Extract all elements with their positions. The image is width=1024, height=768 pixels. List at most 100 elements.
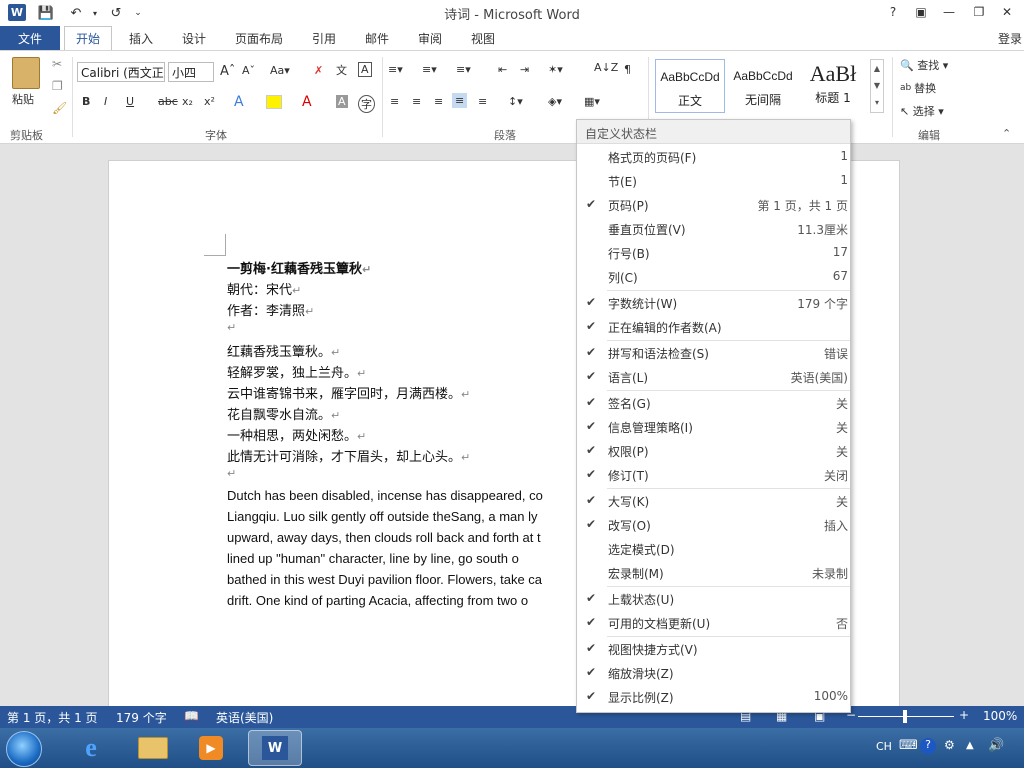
highlight-icon[interactable] — [266, 95, 282, 109]
style-normal[interactable]: AaBbCcDd 正文 — [655, 59, 725, 113]
collapse-ribbon-icon[interactable]: ⌃ — [1002, 127, 1011, 140]
menu-item[interactable]: ✔ 大写(K) 关 — [577, 489, 850, 513]
decrease-indent-icon[interactable]: ⇤ — [498, 63, 507, 76]
sort-icon[interactable]: A↓Z — [594, 61, 618, 74]
menu-item[interactable]: ✔ 可用的文档更新(U) 否 — [577, 611, 850, 635]
superscript-icon[interactable]: x² — [204, 95, 215, 108]
start-button[interactable] — [6, 731, 42, 767]
tab-layout[interactable]: 页面布局 — [235, 26, 283, 50]
font-name-combo[interactable]: Calibri (西文正 — [77, 62, 165, 82]
menu-item[interactable]: ✔ 权限(P) 关 — [577, 439, 850, 463]
keyboard-icon[interactable]: ⌨ — [899, 738, 918, 753]
bullets-icon[interactable]: ≡▾ — [388, 63, 403, 76]
paste-button[interactable]: 粘贴 — [12, 91, 34, 107]
menu-item[interactable]: ✔ 签名(G) 关 — [577, 391, 850, 415]
char-shading-icon[interactable]: A — [336, 95, 348, 108]
copy-icon[interactable]: ❐ — [52, 79, 63, 93]
tab-mailings[interactable]: 邮件 — [365, 26, 389, 50]
increase-indent-icon[interactable]: ⇥ — [520, 63, 529, 76]
poem-line[interactable]: 此情无计可消除，才下眉头，却上心头。↵ — [227, 446, 470, 465]
poem-title[interactable]: 一剪梅·红藕香残玉簟秋↵ — [227, 258, 371, 277]
show-marks-icon[interactable]: ¶ — [624, 63, 631, 76]
proofing-icon[interactable]: 📖 — [184, 709, 199, 723]
text-effects-icon[interactable]: A — [234, 94, 244, 110]
menu-item[interactable]: ✔ 拼写和语法检查(S) 错误 — [577, 341, 850, 365]
strikethrough-icon[interactable]: abc — [158, 95, 178, 108]
poem-line[interactable]: 花自飘零水自流。↵ — [227, 404, 340, 423]
poem-dynasty[interactable]: 朝代：宋代↵ — [227, 279, 301, 298]
menu-item[interactable]: ✔ 修订(T) 关闭 — [577, 463, 850, 487]
align-left-icon[interactable]: ≡ — [390, 95, 399, 108]
enclose-char-icon[interactable]: 字 — [358, 95, 375, 113]
english-line[interactable]: upward, away days, then clouds roll back… — [227, 530, 541, 545]
subscript-icon[interactable]: x₂ — [182, 95, 193, 108]
asian-layout-icon[interactable]: ✶▾ — [548, 63, 563, 76]
menu-item[interactable]: ✔ 改写(O) 插入 — [577, 513, 850, 537]
paste-icon[interactable] — [12, 57, 40, 89]
distributed-icon[interactable]: ≡ — [478, 95, 487, 108]
tab-file[interactable]: 文件 — [0, 26, 60, 50]
clear-format-icon[interactable]: ✗ — [314, 64, 323, 77]
select-button[interactable]: ↖ 选择 ▾ — [900, 103, 944, 119]
menu-item[interactable]: 宏录制(M) 未录制 — [577, 561, 850, 585]
align-right-icon[interactable]: ≡ — [434, 95, 443, 108]
english-line[interactable]: drift. One kind of parting Acacia, affec… — [227, 593, 528, 608]
english-line[interactable]: Dutch has been disabled, incense has dis… — [227, 488, 543, 503]
menu-item[interactable]: ✔ 缩放滑块(Z) — [577, 661, 850, 685]
menu-item[interactable]: ✔ 正在编辑的作者数(A) — [577, 315, 850, 339]
menu-item[interactable]: ✔ 语言(L) 英语(美国) — [577, 365, 850, 389]
font-color-icon[interactable]: A — [302, 94, 312, 110]
menu-item[interactable]: 选定模式(D) — [577, 537, 850, 561]
menu-item[interactable]: ✔ 上载状态(U) — [577, 587, 850, 611]
status-words[interactable]: 179 个字 — [116, 709, 167, 726]
find-button[interactable]: 🔍 查找 ▾ — [900, 57, 948, 73]
underline-icon[interactable]: U — [126, 95, 134, 108]
volume-icon[interactable]: 🔊 — [988, 738, 1004, 753]
change-case-icon[interactable]: Aa▾ — [270, 64, 290, 77]
borders-icon[interactable]: ▦▾ — [584, 95, 600, 108]
align-center-icon[interactable]: ≡ — [412, 95, 421, 108]
zoom-level[interactable]: 100% — [983, 709, 1017, 723]
numbering-icon[interactable]: ≡▾ — [422, 63, 437, 76]
menu-item[interactable]: 垂直页位置(V) 11.3厘米 — [577, 217, 850, 241]
style-no-spacing[interactable]: AaBbCcDd 无间隔 — [728, 59, 798, 113]
menu-item[interactable]: 节(E) 1 — [577, 169, 850, 193]
justify-icon[interactable]: ≡ — [452, 93, 468, 108]
english-line[interactable]: bathed in this west Duyi pavilion floor.… — [227, 572, 542, 587]
poem-line[interactable]: 轻解罗裳，独上兰舟。↵ — [227, 362, 366, 381]
tab-review[interactable]: 审阅 — [418, 26, 442, 50]
format-painter-icon[interactable]: 🖌 — [52, 101, 67, 115]
tab-view[interactable]: 视图 — [471, 26, 495, 50]
replace-button[interactable]: ab 替换 — [900, 80, 936, 96]
font-size-combo[interactable]: 小四 — [168, 62, 214, 82]
media-player-icon[interactable]: ▶ — [188, 730, 234, 766]
tab-references[interactable]: 引用 — [312, 26, 336, 50]
styles-scroll[interactable]: ▲ ▼ ▾ — [870, 59, 884, 113]
multilevel-list-icon[interactable]: ≡▾ — [456, 63, 471, 76]
line-spacing-icon[interactable]: ↕▾ — [508, 95, 523, 108]
login-link[interactable]: 登录 — [998, 26, 1022, 50]
menu-item[interactable]: 行号(B) 17 — [577, 241, 850, 265]
input-language[interactable]: CH — [876, 740, 892, 753]
ie-icon[interactable]: e — [68, 730, 114, 766]
tab-design[interactable]: 设计 — [182, 26, 206, 50]
tab-home[interactable]: 开始 — [64, 26, 113, 50]
tray-up-arrow-icon[interactable]: ▲ — [966, 740, 974, 751]
status-page[interactable]: 第 1 页，共 1 页 — [7, 709, 98, 726]
english-line[interactable]: Liangqiu. Luo silk gently off outside th… — [227, 509, 538, 524]
shading-icon[interactable]: ◈▾ — [548, 95, 562, 108]
zoom-slider-thumb[interactable] — [903, 710, 907, 723]
ribbon-display-icon[interactable]: ▣ — [910, 3, 932, 21]
explorer-icon[interactable] — [130, 730, 176, 766]
menu-item[interactable]: 列(C) 67 — [577, 265, 850, 289]
tab-insert[interactable]: 插入 — [129, 26, 153, 50]
shrink-font-icon[interactable]: Aˇ — [242, 64, 255, 77]
italic-icon[interactable]: I — [104, 95, 107, 108]
minimize-icon[interactable]: — — [938, 3, 960, 21]
help-tray-icon[interactable]: ? — [920, 738, 936, 754]
menu-item[interactable]: ✔ 信息管理策略(I) 关 — [577, 415, 850, 439]
poem-line[interactable]: 云中谁寄锦书来，雁字回时，月满西楼。↵ — [227, 383, 470, 402]
poem-author[interactable]: 作者：李清照↵ — [227, 300, 314, 319]
style-heading-1[interactable]: AaBł 标题 1 — [800, 59, 866, 113]
zoom-in-icon[interactable]: + — [959, 708, 969, 722]
